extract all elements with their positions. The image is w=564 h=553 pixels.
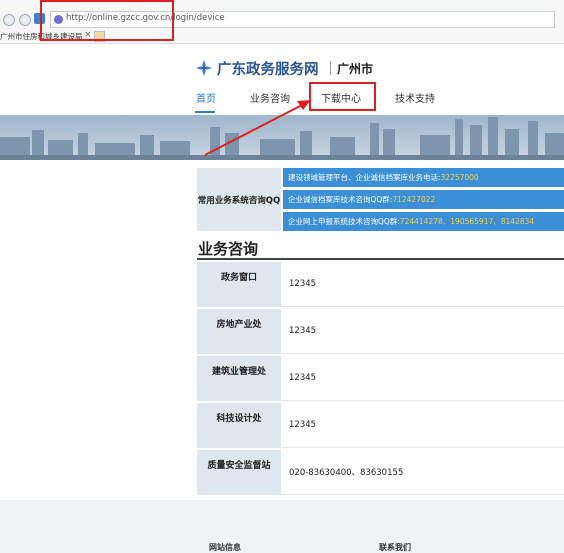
table-row: 建筑业管理处 12345 (197, 356, 564, 401)
contact-label: 常用业务系统咨询QQ (197, 168, 281, 231)
contact-row: 建设领域管理平台、企业诚信档案库业务电话:32257000 (283, 168, 564, 187)
dept-name: 质量安全监督站 (197, 450, 281, 495)
page-footer: 网站信息 联系我们 (0, 500, 564, 553)
back-icon[interactable] (3, 14, 15, 26)
contact-qq-section: 常用业务系统咨询QQ 建设领域管理平台、企业诚信档案库业务电话:32257000… (197, 168, 564, 231)
section-divider (197, 258, 564, 260)
dept-phone: 020-83630400、83630155 (281, 450, 564, 495)
footer-contact-us[interactable]: 联系我们 (379, 542, 411, 553)
nav-active-indicator (195, 111, 215, 113)
consult-table: 政务窗口 12345 房地产业处 12345 建筑业管理处 12345 科技设计… (197, 262, 564, 497)
table-row: 政务窗口 12345 (197, 262, 564, 307)
table-row: 房地产业处 12345 (197, 309, 564, 354)
city-skyline-banner (0, 115, 564, 160)
dept-phone: 12345 (281, 309, 564, 354)
dept-phone: 12345 (281, 262, 564, 307)
dept-name: 建筑业管理处 (197, 356, 281, 401)
site-logo-icon (195, 59, 213, 77)
address-highlight-box (40, 0, 174, 41)
nav-home[interactable]: 首页 (196, 90, 216, 105)
dept-phone: 12345 (281, 403, 564, 448)
download-highlight-box (309, 82, 376, 111)
footer-site-info[interactable]: 网站信息 (209, 542, 241, 553)
dept-name: 科技设计处 (197, 403, 281, 448)
table-row: 科技设计处 12345 (197, 403, 564, 448)
contact-row-qq: 32257000 (440, 173, 479, 182)
title-divider (330, 61, 331, 75)
table-row: 质量安全监督站 020-83630400、83630155 (197, 450, 564, 495)
site-title: 广东政务服务网 (217, 62, 319, 78)
dept-name: 政务窗口 (197, 262, 281, 307)
contact-row-qq: 712427022 (392, 195, 436, 204)
contact-row-text: 建设领域管理平台、企业诚信档案库业务电话: (288, 173, 441, 182)
contact-row-text: 企业诚信档案库技术咨询QQ群: (288, 195, 393, 204)
nav-support[interactable]: 技术支持 (395, 90, 435, 105)
contact-row: 企业诚信档案库技术咨询QQ群:712427022 (283, 190, 564, 209)
section-title: 业务咨询 (198, 240, 259, 258)
contact-row: 企业网上申报系统技术咨询QQ群:724414278、190565917、8142… (283, 212, 564, 231)
nav-consult[interactable]: 业务咨询 (250, 90, 290, 105)
forward-icon[interactable] (19, 14, 31, 26)
dept-name: 房地产业处 (197, 309, 281, 354)
dept-phone: 12345 (281, 356, 564, 401)
contact-row-text: 企业网上申报系统技术咨询QQ群: (288, 217, 400, 226)
city-name: 广州市 (337, 62, 374, 76)
contact-row-qq: 724414278、190565917、8142834 (399, 217, 535, 226)
